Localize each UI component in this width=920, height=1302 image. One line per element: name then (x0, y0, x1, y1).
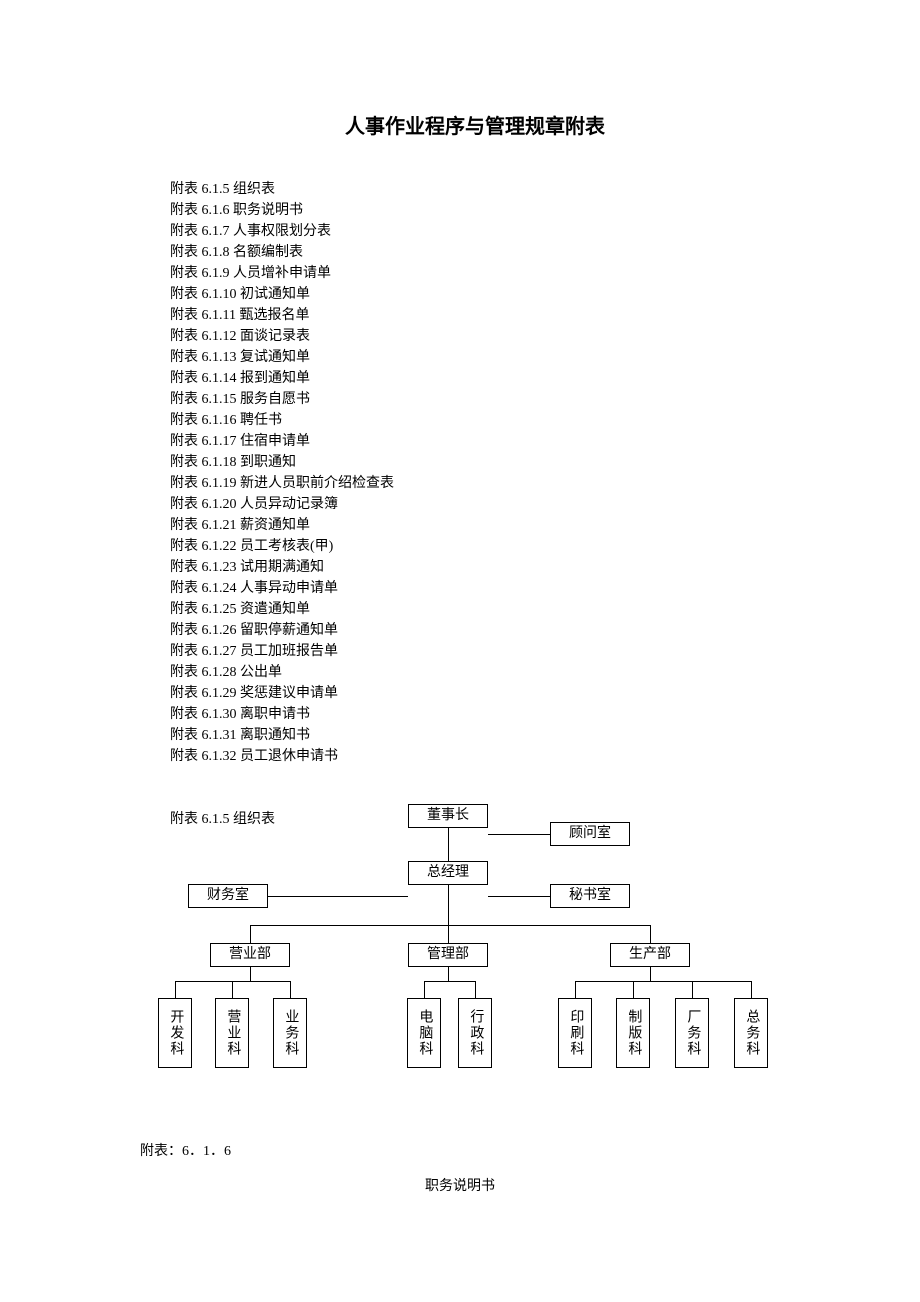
list-item: 附表 6.1.6 职务说明书 (170, 200, 780, 221)
node-print: 印刷科 (558, 998, 592, 1068)
node-secretary: 秘书室 (550, 884, 630, 908)
node-general: 总务科 (734, 998, 768, 1068)
list-item: 附表 6.1.22 员工考核表(甲) (170, 536, 780, 557)
list-item: 附表 6.1.21 薪资通知单 (170, 515, 780, 536)
node-finance: 财务室 (188, 884, 268, 908)
list-item: 附表 6.1.25 资遣通知单 (170, 599, 780, 620)
list-item: 附表 6.1.26 留职停薪通知单 (170, 620, 780, 641)
list-item: 附表 6.1.27 员工加班报告单 (170, 641, 780, 662)
list-item: 附表 6.1.12 面谈记录表 (170, 326, 780, 347)
node-admin-sec: 行政科 (458, 998, 492, 1068)
node-factory: 厂务科 (675, 998, 709, 1068)
list-item: 附表 6.1.5 组织表 (170, 179, 780, 200)
node-gm: 总经理 (408, 861, 488, 885)
node-it: 电脑科 (407, 998, 441, 1068)
node-dev: 开发科 (158, 998, 192, 1068)
node-admin-dept: 管理部 (408, 943, 488, 967)
node-advisor: 顾问室 (550, 822, 630, 846)
chart-caption: 附表 6.1.5 组织表 (170, 808, 275, 828)
list-item: 附表 6.1.8 名额编制表 (170, 242, 780, 263)
list-item: 附表 6.1.10 初试通知单 (170, 284, 780, 305)
list-item: 附表 6.1.32 员工退休申请书 (170, 746, 780, 767)
list-item: 附表 6.1.24 人事异动申请单 (170, 578, 780, 599)
list-item: 附表 6.1.23 试用期满通知 (170, 557, 780, 578)
list-item: 附表 6.1.17 住宿申请单 (170, 431, 780, 452)
list-item: 附表 6.1.30 离职申请书 (170, 704, 780, 725)
next-section-title: 职务说明书 (0, 1175, 920, 1195)
list-item: 附表 6.1.16 聘任书 (170, 410, 780, 431)
node-sales-dept: 营业部 (210, 943, 290, 967)
list-item: 附表 6.1.9 人员增补申请单 (170, 263, 780, 284)
node-chairman: 董事长 (408, 804, 488, 828)
node-biz: 业务科 (273, 998, 307, 1068)
list-item: 附表 6.1.15 服务自愿书 (170, 389, 780, 410)
document-title: 人事作业程序与管理规章附表 (170, 110, 780, 139)
list-item: 附表 6.1.18 到职通知 (170, 452, 780, 473)
list-item: 附表 6.1.14 报到通知单 (170, 368, 780, 389)
org-chart: 附表 6.1.5 组织表 董事长 顾问室 总经理 财务室 秘书室 营业部 管理部… (140, 808, 780, 1108)
list-item: 附表 6.1.20 人员异动记录簿 (170, 494, 780, 515)
node-prod-dept: 生产部 (610, 943, 690, 967)
node-plate: 制版科 (616, 998, 650, 1068)
list-item: 附表 6.1.28 公出单 (170, 662, 780, 683)
list-item: 附表 6.1.13 复试通知单 (170, 347, 780, 368)
list-item: 附表 6.1.7 人事权限划分表 (170, 221, 780, 242)
list-item: 附表 6.1.31 离职通知书 (170, 725, 780, 746)
list-item: 附表 6.1.29 奖惩建议申请单 (170, 683, 780, 704)
appendix-list: 附表 6.1.5 组织表附表 6.1.6 职务说明书附表 6.1.7 人事权限划… (170, 179, 780, 767)
list-item: 附表 6.1.11 甄选报名单 (170, 305, 780, 326)
next-section-number: 附表：6．1．6 (140, 1140, 231, 1160)
list-item: 附表 6.1.19 新进人员职前介绍检查表 (170, 473, 780, 494)
node-sales-sec: 营业科 (215, 998, 249, 1068)
